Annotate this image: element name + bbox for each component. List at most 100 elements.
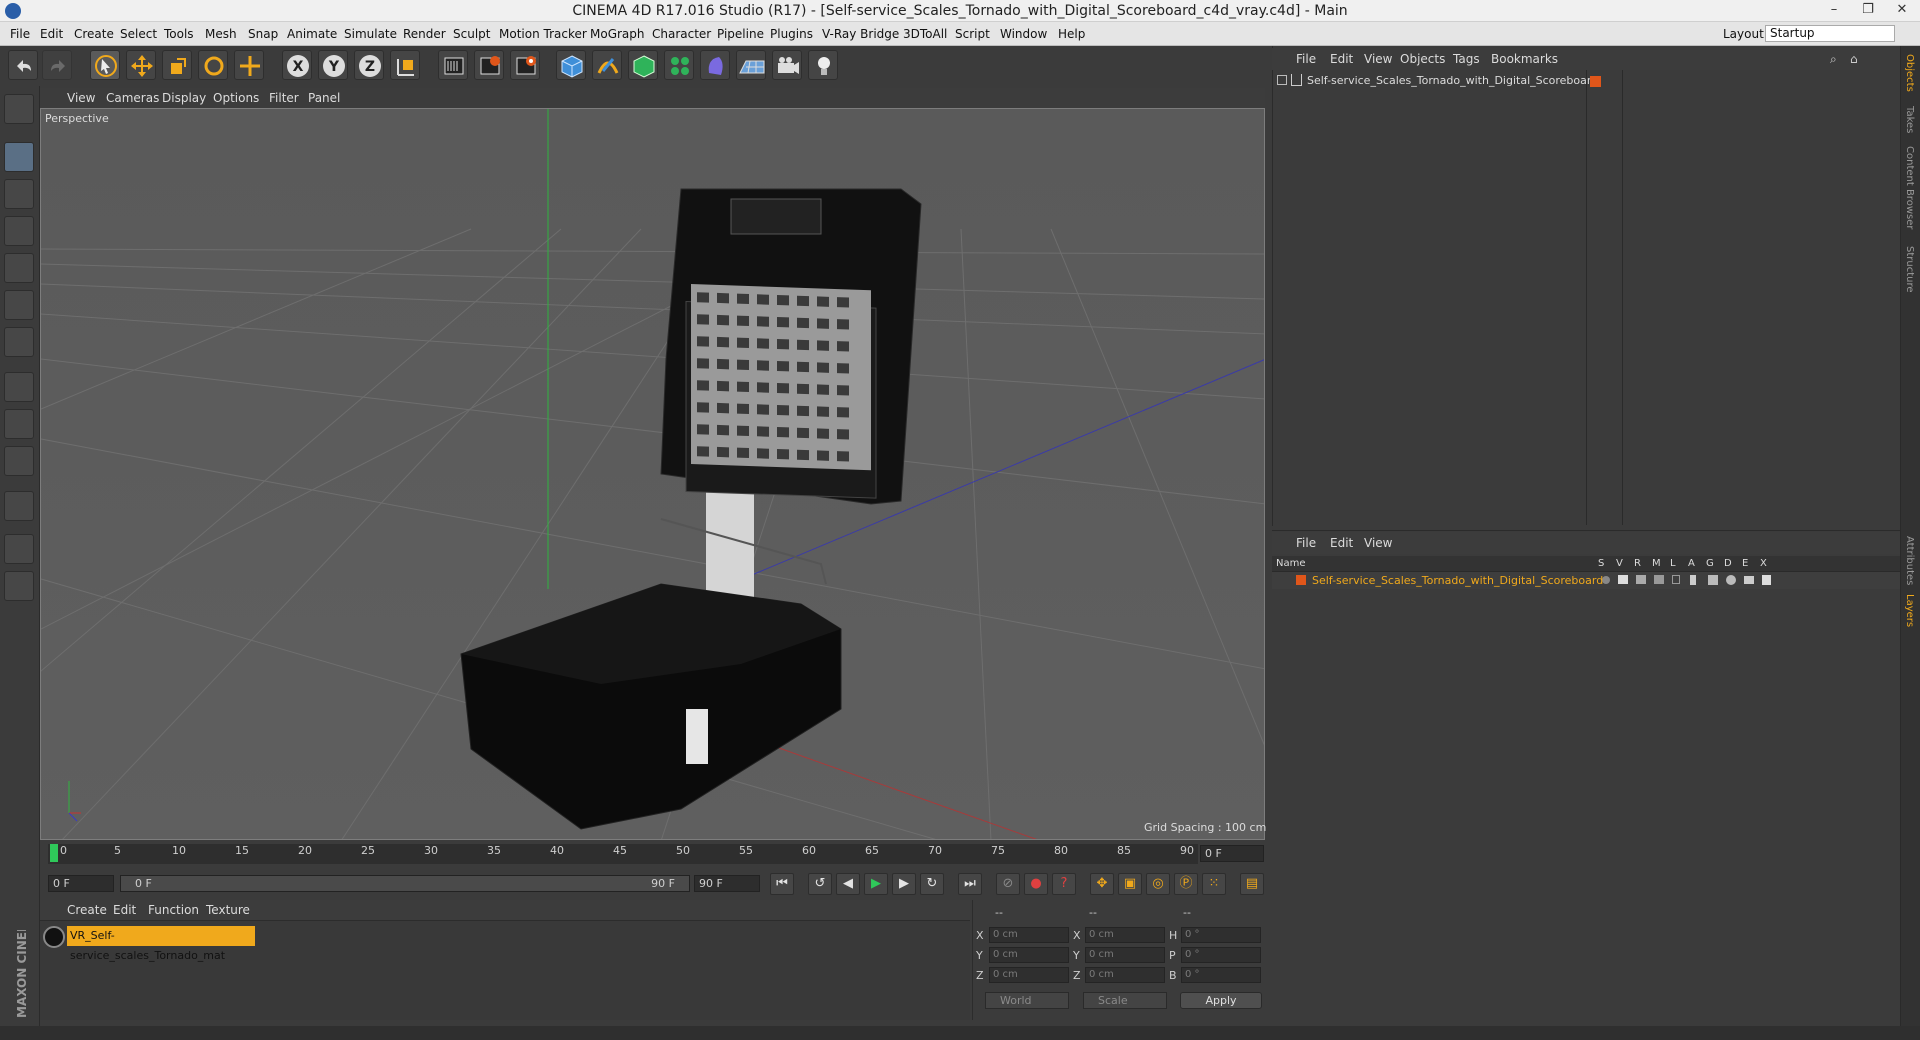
perspective-viewport[interactable] [40,108,1265,840]
frame-range-slider[interactable]: 0 F 90 F [120,875,690,892]
menu-mograph[interactable]: MoGraph [590,27,645,41]
size-y-field[interactable]: 0 cm [1085,947,1165,963]
position-z-field[interactable]: 0 cm [989,967,1069,983]
view-toggle-icon[interactable] [1618,575,1628,584]
home-icon[interactable]: ⌂ [1850,52,1858,66]
viewport-menu-cameras[interactable]: Cameras [106,91,159,105]
tab-objects[interactable]: Objects [1904,54,1915,92]
scale-icon[interactable] [162,50,192,80]
material-item[interactable]: VR_Self-service_scales_Tornado_mat [67,926,255,962]
menu-tools[interactable]: Tools [164,27,194,41]
layers-menu-view[interactable]: View [1364,536,1392,550]
position-y-field[interactable]: 0 cm [989,947,1069,963]
undo-icon[interactable] [8,50,38,80]
snap-mode-icon[interactable] [4,446,34,476]
live-select-icon[interactable] [234,50,264,80]
menu-select[interactable]: Select [120,27,157,41]
minimize-button[interactable]: – [1816,0,1852,22]
deformer-icon[interactable] [700,50,730,80]
x-axis-icon[interactable]: X [282,50,312,80]
key-parameter-icon[interactable]: Ⓟ [1174,873,1198,895]
polygons-mode-icon[interactable] [4,327,34,357]
render-view-icon[interactable] [438,50,468,80]
deformers-toggle-icon[interactable] [1726,575,1736,585]
menu-simulate[interactable]: Simulate [344,27,397,41]
objects-menu-bookmarks[interactable]: Bookmarks [1491,52,1558,66]
make-editable-icon[interactable] [4,94,34,124]
animation-toggle-icon[interactable] [1690,575,1696,585]
rotation-h-field[interactable]: 0 ° [1181,927,1261,943]
next-frame-icon[interactable]: ▶ [892,873,916,895]
floor-icon[interactable] [736,50,766,80]
move-icon[interactable] [126,50,156,80]
select-icon[interactable] [90,50,120,80]
workplane-mode-icon[interactable] [4,216,34,246]
xref-toggle-icon[interactable] [1762,575,1771,585]
key-scale-icon[interactable]: ▣ [1118,873,1142,895]
menu-window[interactable]: Window [1000,27,1047,41]
viewport-menu-view[interactable]: View [67,91,95,105]
menu-plugins[interactable]: Plugins [770,27,813,41]
render-picture-icon[interactable] [474,50,504,80]
menu-animate[interactable]: Animate [287,27,337,41]
search-icon[interactable]: ⌕ [1830,52,1837,67]
next-key-icon[interactable]: ↻ [920,873,944,895]
layer-color-icon[interactable] [1296,575,1306,585]
position-x-field[interactable]: 0 cm [989,927,1069,943]
start-frame-field[interactable]: 0 F [48,875,114,892]
apply-button[interactable]: Apply [1180,992,1262,1009]
objects-menu-file[interactable]: File [1296,52,1316,66]
magnet-icon[interactable] [4,491,34,521]
layers-menu-file[interactable]: File [1296,536,1316,550]
cube-icon[interactable] [556,50,586,80]
size-z-field[interactable]: 0 cm [1085,967,1165,983]
object-tree-item[interactable]: Self-service_Scales_Tornado_with_Digital… [1307,74,1598,87]
model-mode-icon[interactable] [4,142,34,172]
playhead[interactable] [50,844,58,862]
key-position-icon[interactable]: ✥ [1090,873,1114,895]
axis-mode-icon[interactable] [4,372,34,402]
end-frame-field[interactable]: 90 F [694,875,760,892]
material-menu-function[interactable]: Function [148,903,199,917]
expand-toggle-icon[interactable] [1277,75,1287,85]
tab-takes[interactable]: Takes [1904,106,1915,133]
timeline-ruler[interactable]: 0 5 10 15 20 25 30 35 40 45 50 55 60 65 … [48,844,1198,864]
objects-menu-objects[interactable]: Objects [1400,52,1445,66]
material-preview-icon[interactable] [43,926,65,948]
key-pla-icon[interactable]: ⁙ [1202,873,1226,895]
grid-snap-icon[interactable] [4,571,34,601]
objects-menu-view[interactable]: View [1364,52,1392,66]
render-toggle-icon[interactable] [1636,575,1646,584]
menu-character[interactable]: Character [652,27,711,41]
menu-file[interactable]: File [10,27,30,41]
light-icon[interactable] [808,50,838,80]
camera-icon[interactable] [772,50,802,80]
tab-layers[interactable]: Layers [1904,594,1915,627]
close-button[interactable]: ✕ [1884,0,1920,22]
objects-menu-tags[interactable]: Tags [1453,52,1480,66]
generators-toggle-icon[interactable] [1708,575,1718,585]
transform-mode-select[interactable]: Scale [1083,992,1167,1009]
cloner-icon[interactable] [664,50,694,80]
texture-mode-icon[interactable] [4,179,34,209]
tweak-mode-icon[interactable] [4,409,34,439]
go-to-end-icon[interactable]: ⏭ [958,873,982,895]
menu-edit[interactable]: Edit [40,27,63,41]
material-menu-edit[interactable]: Edit [113,903,136,917]
viewport-menu-panel[interactable]: Panel [308,91,340,105]
timeline-window-icon[interactable]: ▤ [1240,873,1264,895]
key-rotation-icon[interactable]: ◎ [1146,873,1170,895]
menu-3dtoall[interactable]: 3DToAll [903,27,947,41]
rotate-icon[interactable] [198,50,228,80]
rotation-p-field[interactable]: 0 ° [1181,947,1261,963]
viewport-menu-display[interactable]: Display [162,91,206,105]
expressions-toggle-icon[interactable] [1744,576,1754,584]
tab-content-browser[interactable]: Content Browser [1904,146,1915,229]
manager-toggle-icon[interactable] [1654,575,1664,584]
coordinate-system-select[interactable]: World [985,992,1069,1009]
menu-create[interactable]: Create [74,27,114,41]
render-settings-icon[interactable] [510,50,540,80]
menu-motion-tracker[interactable]: Motion Tracker [499,27,587,41]
rotation-b-field[interactable]: 0 ° [1181,967,1261,983]
material-menu-texture[interactable]: Texture [206,903,250,917]
